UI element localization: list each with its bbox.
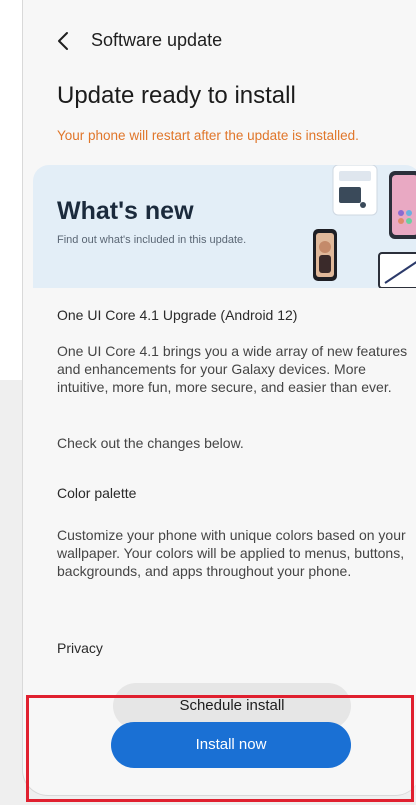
page-title: Update ready to install — [57, 82, 296, 109]
devices-illustration — [313, 165, 416, 288]
whats-new-banner: What's new Find out what's included in t… — [33, 165, 416, 288]
install-now-button[interactable]: Install now — [111, 722, 351, 768]
section-title-color-palette: Color palette — [57, 485, 137, 501]
section-title-privacy: Privacy — [57, 640, 103, 656]
release-title: One UI Core 4.1 Upgrade (Android 12) — [57, 307, 298, 323]
release-intro: One UI Core 4.1 brings you a wide array … — [57, 343, 408, 395]
app-bar: Software update — [23, 0, 416, 80]
release-cta: Check out the changes below. — [57, 435, 244, 451]
restart-warning: Your phone will restart after the update… — [57, 128, 359, 143]
release-notes[interactable]: One UI Core 4.1 Upgrade (Android 12) One… — [33, 288, 416, 688]
chevron-left-icon — [58, 32, 68, 50]
banner-subtitle: Find out what's included in this update. — [57, 234, 247, 246]
banner-title: What's new — [57, 197, 194, 225]
phone-screen: Software update Update ready to install … — [22, 0, 416, 796]
app-bar-title: Software update — [91, 30, 223, 50]
back-button[interactable] — [51, 28, 77, 54]
section-body-color-palette: Customize your phone with unique colors … — [57, 527, 406, 579]
